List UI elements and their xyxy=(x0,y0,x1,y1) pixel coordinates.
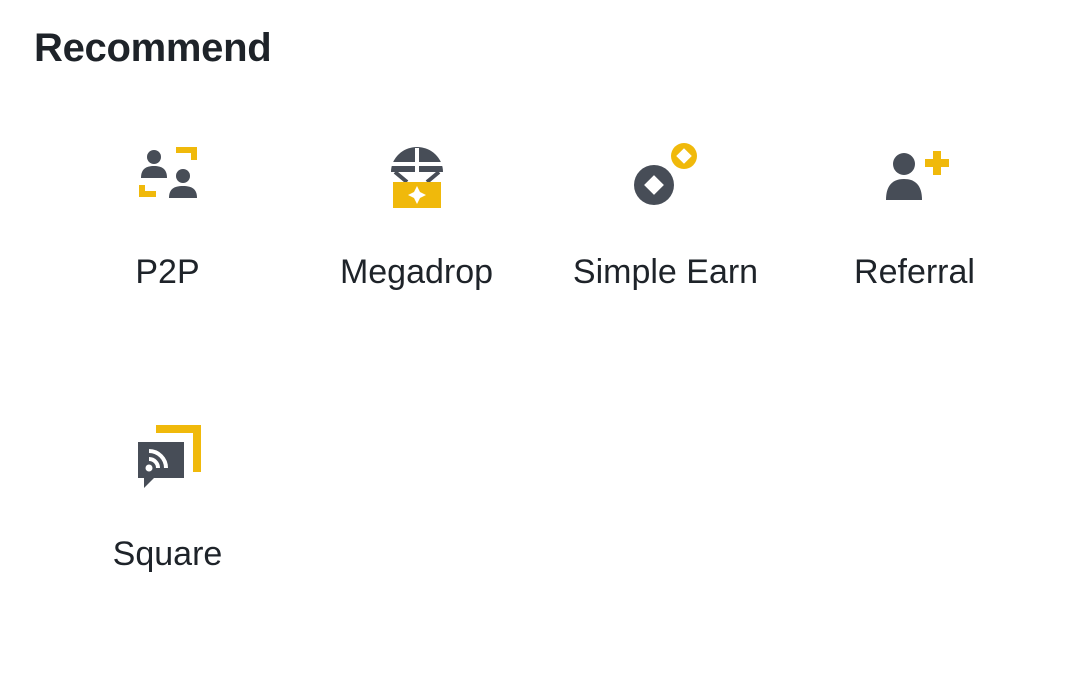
tile-label: Referral xyxy=(854,253,975,291)
tile-label: P2P xyxy=(135,253,200,291)
tile-referral[interactable]: Referral xyxy=(790,118,1039,400)
tile-megadrop[interactable]: Megadrop xyxy=(292,118,541,400)
tile-label: Square xyxy=(112,535,223,573)
megadrop-icon xyxy=(381,138,453,210)
simple-earn-icon xyxy=(630,138,702,210)
tile-label: Megadrop xyxy=(339,253,494,291)
tile-label: Simple Earn xyxy=(572,253,759,291)
section-title: Recommend xyxy=(34,26,272,70)
tile-square[interactable]: Square xyxy=(43,400,292,682)
recommend-grid: P2P Megadrop Simple Earn Referral Square xyxy=(43,118,1039,682)
tile-p2p[interactable]: P2P xyxy=(43,118,292,400)
referral-icon xyxy=(879,138,951,210)
square-icon xyxy=(132,420,204,492)
tile-simple-earn[interactable]: Simple Earn xyxy=(541,118,790,400)
p2p-icon xyxy=(132,138,204,210)
